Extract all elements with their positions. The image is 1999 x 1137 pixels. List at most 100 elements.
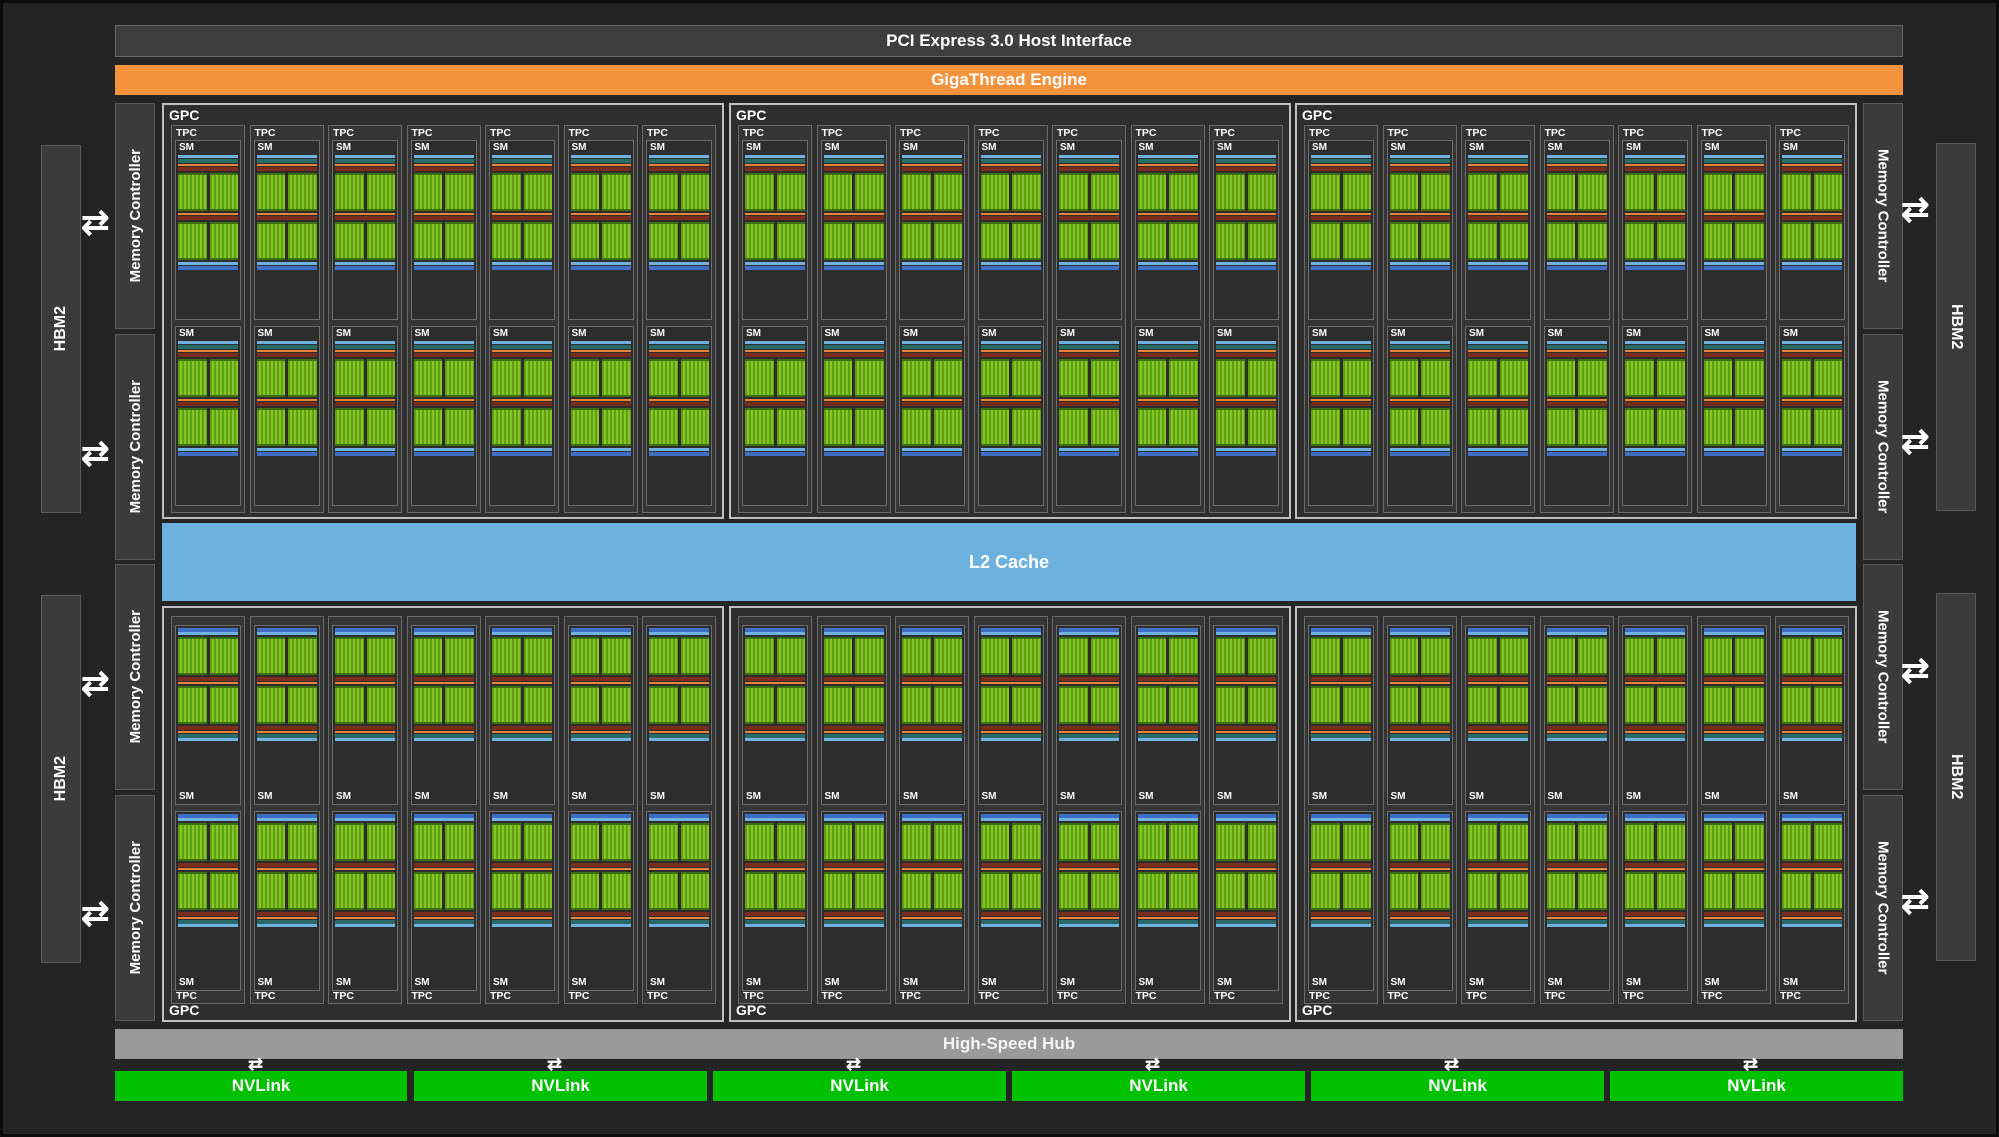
sm: SM <box>332 326 398 506</box>
sm-cores <box>1703 814 1764 928</box>
sm-label: SM <box>650 142 665 153</box>
tpc: TPC SM SM <box>1696 616 1771 1004</box>
tpc-label: TPC <box>176 990 197 1002</box>
sm-label: SM <box>336 142 351 153</box>
pcie-host-interface: PCI Express 3.0 Host Interface <box>115 25 1903 57</box>
tpc: TPC SM SM <box>563 616 638 1004</box>
gpc-label: GPC <box>1302 1002 1333 1018</box>
sm-label: SM <box>493 328 508 339</box>
sm: SM <box>1700 625 1767 805</box>
sm: SM <box>820 811 887 991</box>
sm-cores <box>649 155 709 270</box>
tpc: TPC SM SM <box>328 125 402 513</box>
sm: SM <box>332 811 398 991</box>
memory-controller-label: Memory Controller <box>126 380 144 514</box>
sm-cores <box>413 341 474 456</box>
sm-cores <box>649 814 709 928</box>
sm-label: SM <box>746 977 761 988</box>
sm: SM <box>1213 625 1279 805</box>
sm: SM <box>1779 140 1845 320</box>
sm-label: SM <box>1138 791 1154 802</box>
sm-cores <box>413 628 474 742</box>
sm-cores <box>823 155 884 270</box>
sm-cores <box>570 341 631 456</box>
tpc-label: TPC <box>1387 990 1409 1002</box>
sm-label: SM <box>1704 142 1720 153</box>
sm-label: SM <box>1469 977 1484 988</box>
sm-label: SM <box>257 142 273 153</box>
sm-label: SM <box>1312 977 1327 988</box>
bidirectional-arrow-icon: ⇄ <box>81 435 110 473</box>
hbm2-label: HBM2 <box>1948 754 1965 800</box>
sm-label: SM <box>650 791 665 802</box>
tpc-label: TPC <box>1309 127 1330 139</box>
nvlink-4: NVLink <box>1012 1071 1305 1101</box>
tpc: TPC SM SM <box>1052 125 1126 513</box>
tpc-label: TPC <box>1466 127 1487 139</box>
sm-label: SM <box>414 977 430 988</box>
tpc-label: TPC <box>1780 990 1801 1002</box>
sm-cores <box>492 155 552 270</box>
tpc: TPC SM SM <box>249 616 324 1004</box>
sm: SM <box>1056 625 1122 805</box>
sm: SM <box>1779 326 1845 506</box>
tpc: TPC SM SM <box>1461 616 1535 1004</box>
sm-cores <box>1311 341 1371 456</box>
sm-label: SM <box>824 791 840 802</box>
sm: SM <box>742 811 808 991</box>
sm: SM <box>332 625 398 805</box>
sm-cores <box>1468 628 1528 742</box>
bidirectional-arrow-icon: ⇄ <box>81 204 110 242</box>
sm-cores <box>1389 341 1450 456</box>
gpu-block-diagram: PCI Express 3.0 Host Interface GigaThrea… <box>0 0 1999 1137</box>
sm: SM <box>1386 811 1453 991</box>
sm-label: SM <box>1312 328 1327 339</box>
sm-label: SM <box>1469 791 1484 802</box>
tpc-label: TPC <box>490 127 511 139</box>
sm-cores <box>902 814 962 928</box>
nvlink-1: NVLink <box>115 1071 407 1101</box>
sm-label: SM <box>981 142 997 153</box>
sm-label: SM <box>1390 791 1406 802</box>
sm-label: SM <box>1138 328 1154 339</box>
sm: SM <box>1700 326 1767 506</box>
sm-label: SM <box>824 328 840 339</box>
tpc-label: TPC <box>254 127 276 139</box>
tpc-label: TPC <box>1466 990 1487 1002</box>
sm-cores <box>823 628 884 742</box>
bidirectional-arrow-icon: ⇄ <box>81 895 110 933</box>
sm: SM <box>489 326 555 506</box>
sm: SM <box>1134 811 1201 991</box>
sm-label: SM <box>1626 977 1641 988</box>
sm: SM <box>1134 140 1201 320</box>
sm: SM <box>1308 140 1374 320</box>
hbm2-left-bottom: HBM2 <box>41 595 81 963</box>
gpc-label: GPC <box>1302 107 1333 123</box>
sm: SM <box>567 140 634 320</box>
tpc-label: TPC <box>900 990 921 1002</box>
sm-cores <box>1782 155 1842 270</box>
sm: SM <box>253 326 320 506</box>
sm-cores <box>1137 341 1198 456</box>
sm-label: SM <box>571 791 587 802</box>
sm-cores <box>649 341 709 456</box>
tpc-label: TPC <box>900 127 921 139</box>
memory-controller-left-4: Memory Controller <box>115 795 155 1021</box>
sm-cores <box>980 155 1041 270</box>
sm: SM <box>1386 140 1453 320</box>
sm: SM <box>646 140 712 320</box>
sm-label: SM <box>493 791 508 802</box>
sm: SM <box>646 326 712 506</box>
tpc-label: TPC <box>1387 127 1409 139</box>
sm: SM <box>1056 140 1122 320</box>
sm-label: SM <box>1312 142 1327 153</box>
sm-label: SM <box>257 791 273 802</box>
sm-label: SM <box>1469 142 1484 153</box>
tpc: TPC SM SM <box>1052 616 1126 1004</box>
tpc: TPC SM SM <box>1130 616 1205 1004</box>
sm: SM <box>1465 140 1531 320</box>
sm: SM <box>1465 625 1531 805</box>
sm: SM <box>820 140 887 320</box>
sm-label: SM <box>414 791 430 802</box>
sm: SM <box>253 811 320 991</box>
